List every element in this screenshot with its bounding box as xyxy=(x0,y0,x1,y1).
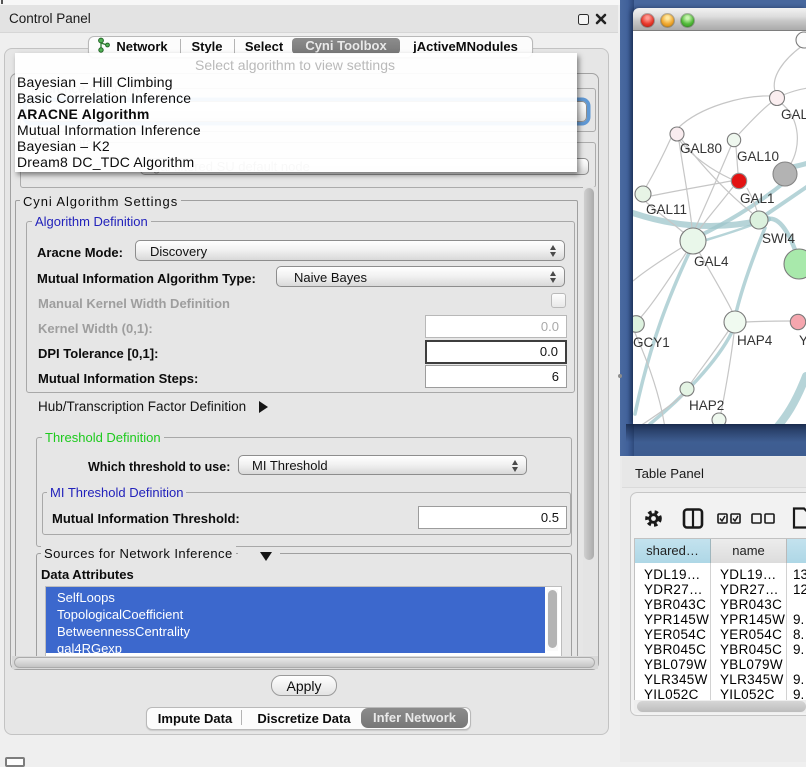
svg-text:SWI4: SWI4 xyxy=(762,231,795,246)
svg-text:Y: Y xyxy=(799,333,806,348)
svg-text:GCY1: GCY1 xyxy=(633,335,670,350)
svg-text:GAL10: GAL10 xyxy=(737,149,779,164)
svg-text:HAP2: HAP2 xyxy=(689,398,724,413)
svg-text:GAL11: GAL11 xyxy=(646,202,687,217)
svg-text:GAL4: GAL4 xyxy=(694,254,729,269)
svg-text:GAL80: GAL80 xyxy=(680,141,722,156)
svg-text:GAL: GAL xyxy=(781,107,806,122)
svg-text:HAP4: HAP4 xyxy=(737,333,773,348)
svg-text:GAL1: GAL1 xyxy=(740,191,775,206)
